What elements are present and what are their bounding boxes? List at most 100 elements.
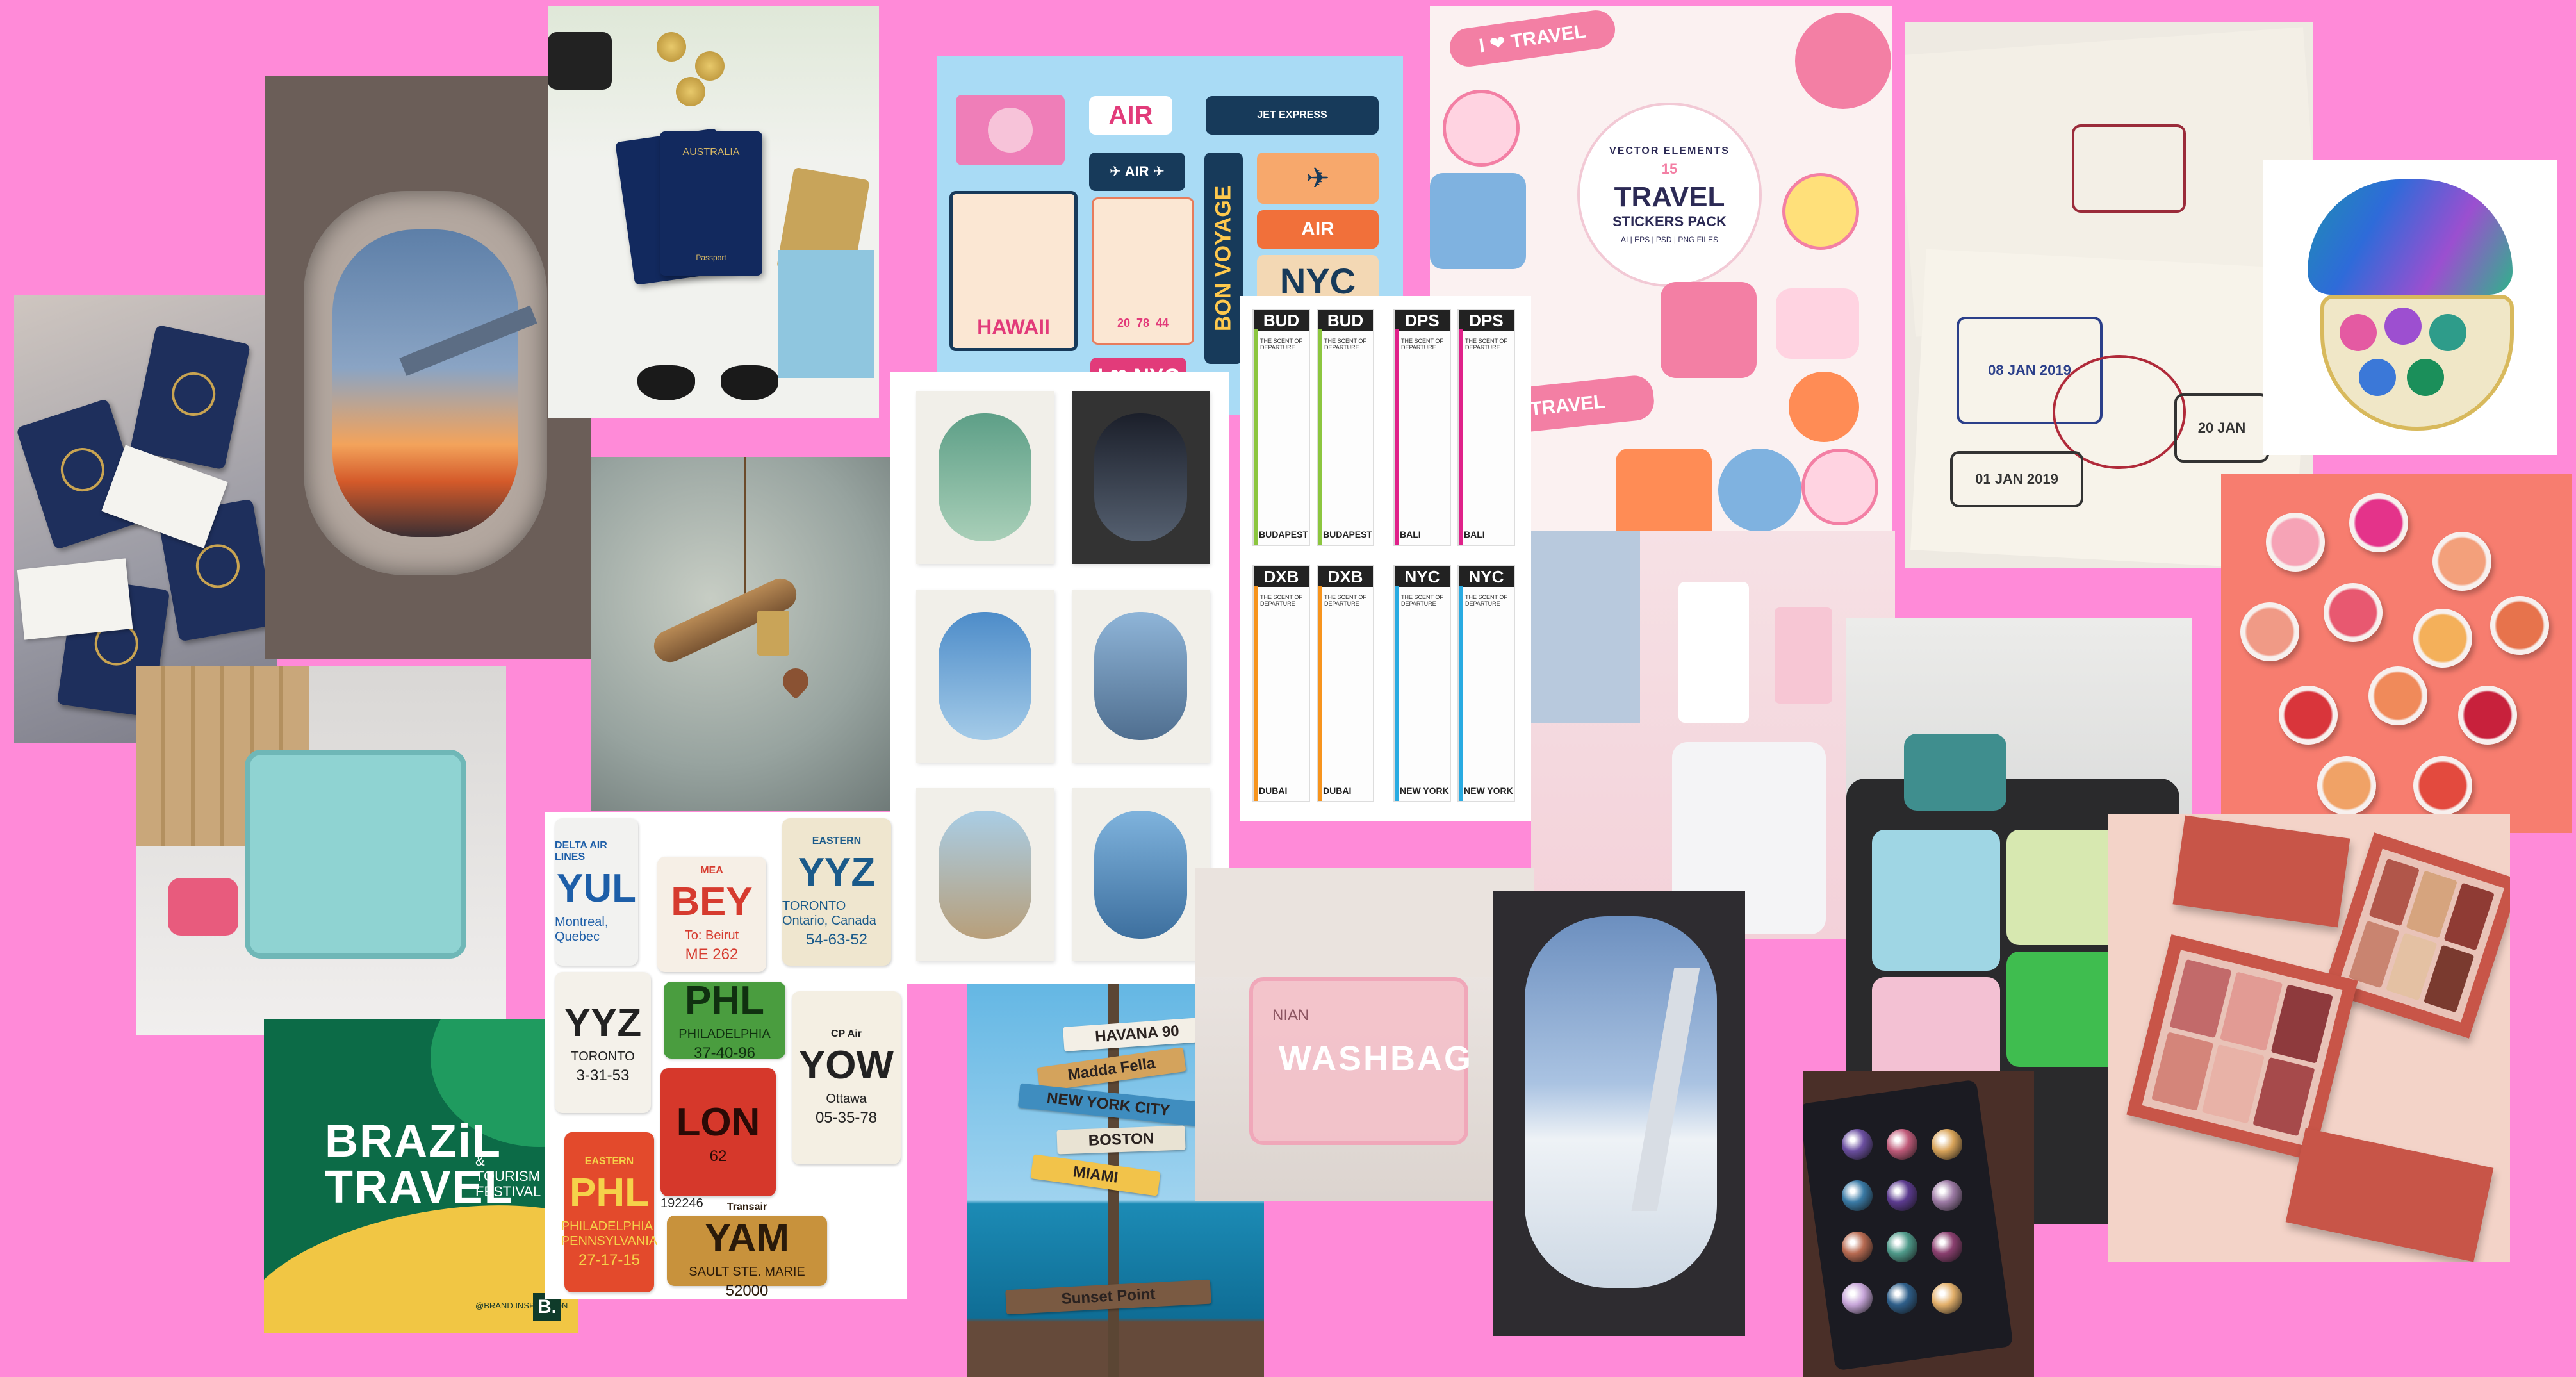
mini-suitcase-photo: [136, 666, 506, 1035]
perfume-city: BALI: [1464, 529, 1485, 540]
tag-code: YYZ: [564, 1001, 642, 1045]
tag-number: 52000: [725, 1282, 769, 1299]
open-palette: [2126, 934, 2358, 1161]
perfume-code: BUD: [1318, 310, 1373, 331]
window-view: [939, 811, 1031, 939]
perfume-city: BUDAPEST: [1259, 529, 1309, 540]
eyeshadow-pan: [1887, 1180, 1917, 1211]
perfume-color-bar: [1254, 586, 1258, 801]
palette-pans: [2338, 848, 2505, 1023]
perfume-caption: THE SCENT OF DEPARTURE: [1465, 338, 1507, 350]
pack-formats: AI | EPS | PSD | PNG FILES: [1620, 235, 1719, 244]
eyeshadow-pan: [1842, 1283, 1873, 1314]
luggage-tag: EASTERN YYZ TORONTO Ontario, Canada 54-63-5…: [782, 818, 891, 966]
tag-airline: EASTERN: [584, 1155, 634, 1167]
window-view: [939, 612, 1031, 740]
passport: [129, 324, 251, 470]
heart-charm: [777, 663, 814, 700]
ticket-sticker: 20 78 44: [1092, 197, 1194, 345]
passport-charm: [757, 611, 789, 656]
blush-compact: [2413, 609, 2472, 668]
window-frame: [304, 191, 547, 575]
plane-window-sunset-photo: [265, 76, 591, 659]
luggage-tag: LON 62: [660, 1068, 776, 1196]
washbag-text: WASHBAG: [1279, 1039, 1473, 1078]
perfume-tube: NYC THE SCENT OF DEPARTURE NEW YORK: [1457, 565, 1515, 802]
eyeshadow-pan: [1932, 1180, 1962, 1211]
perfume-caption: THE SCENT OF DEPARTURE: [1324, 338, 1366, 350]
tag-number: 3-31-53: [576, 1067, 630, 1084]
eyeshadow-pan: [1842, 1180, 1873, 1211]
coin: [657, 32, 686, 62]
tag-number: 62: [709, 1147, 727, 1165]
packing-cube: [1872, 830, 2000, 971]
camera: [548, 32, 612, 90]
air-sticker: AIR: [1089, 96, 1172, 135]
blush-compact: [2324, 583, 2383, 642]
luggage-tag: CP Air YOW Ottawa 05-35-78: [792, 991, 901, 1164]
destination-sign: HAVANA 90: [1062, 1017, 1212, 1051]
perfume-tube: BUD THE SCENT OF DEPARTURE BUDAPEST: [1252, 309, 1310, 546]
tag-code: YAM: [704, 1216, 790, 1260]
luggage-tag: EASTERN PHL PHILADELPHIA PENNSYLVANIA 27-17…: [561, 1132, 658, 1292]
perfume-code: NYC: [1395, 566, 1450, 587]
air-ticket-dark: ✈ AIR ✈: [1089, 153, 1185, 191]
blush-compact: [2349, 493, 2408, 552]
sofa-background: [1195, 868, 1534, 977]
perfume-color-bar: [1395, 329, 1399, 545]
passport-australia: AUSTRALIA Passport: [660, 131, 762, 276]
poster-subtitle-line2: FESTIVAL: [475, 1183, 541, 1200]
tag-number: 27-17-15: [578, 1251, 641, 1269]
perfume-color-bar: [1459, 586, 1463, 801]
window-frame: [1072, 391, 1210, 564]
pack-subtitle: STICKERS PACK: [1612, 213, 1727, 229]
pack-count: 15: [1661, 161, 1678, 177]
compass-sticker: [1789, 372, 1859, 442]
plane-window-frames-art: [890, 372, 1229, 984]
perfume-caption: THE SCENT OF DEPARTURE: [1401, 594, 1443, 607]
scent-of-departure-perfumes: BUD THE SCENT OF DEPARTURE BUDAPEST BUD THE …: [1240, 296, 1531, 821]
window-frame: [916, 391, 1054, 564]
perfume-code: BUD: [1254, 310, 1309, 331]
perfume-tube: BUD THE SCENT OF DEPARTURE BUDAPEST: [1317, 309, 1374, 546]
perfume-code: NYC: [1459, 566, 1514, 587]
blush-compact: [2240, 602, 2299, 661]
perfume-color-bar: [1395, 586, 1399, 801]
tag-city: PHILADELPHIA PENNSYLVANIA: [561, 1219, 658, 1248]
plane-sticker: ✈: [1257, 153, 1379, 204]
eyeshadow-pan: [1887, 1283, 1917, 1314]
eyeshadow-pan: [1932, 1129, 1962, 1160]
poster-subtitle-amp: &: [475, 1153, 485, 1169]
keep-the-moment-sticker: [1718, 449, 1801, 532]
perfume-code: DXB: [1318, 566, 1373, 587]
tag-airline: CP Air: [830, 1028, 862, 1039]
tag-city: TORONTO Ontario, Canada: [782, 898, 876, 928]
window-frame: [916, 590, 1054, 763]
perfume-city: NEW YORK: [1464, 786, 1513, 796]
shell-lid: [2308, 179, 2513, 295]
poster-subtitle-line1: TOURISM: [475, 1168, 541, 1185]
perfume-tube: DXB THE SCENT OF DEPARTURE DUBAI: [1252, 565, 1310, 802]
perfume-city: NEW YORK: [1400, 786, 1449, 796]
perfume-caption: THE SCENT OF DEPARTURE: [1260, 594, 1302, 607]
window-frame: [1072, 590, 1210, 763]
map-plane-necklace-photo: [591, 457, 890, 811]
coin: [695, 51, 725, 81]
perfume-color-bar: [1459, 329, 1463, 545]
eyeshadow-pan: [1887, 1129, 1917, 1160]
sunglasses: [637, 365, 778, 404]
magazine: [778, 250, 874, 378]
tag-number: 37-40-96: [693, 1044, 756, 1062]
closed-box: [2285, 1128, 2494, 1262]
perfume-city: BUDAPEST: [1323, 529, 1373, 540]
perfume-tube: DXB THE SCENT OF DEPARTURE DUBAI: [1317, 565, 1374, 802]
plane-wing: [399, 305, 537, 376]
eyeshadow-pan: [2429, 314, 2466, 351]
blush-compact: [2432, 532, 2491, 591]
destination-sign: BOSTON: [1056, 1125, 1186, 1155]
eyeshadow-pan: [1842, 1232, 1873, 1262]
ticket-number: 78: [1136, 317, 1150, 329]
here-we-go-sticker: [1443, 90, 1520, 167]
eyeshadow-pan: [2384, 308, 2422, 345]
window-frame: [916, 788, 1054, 961]
